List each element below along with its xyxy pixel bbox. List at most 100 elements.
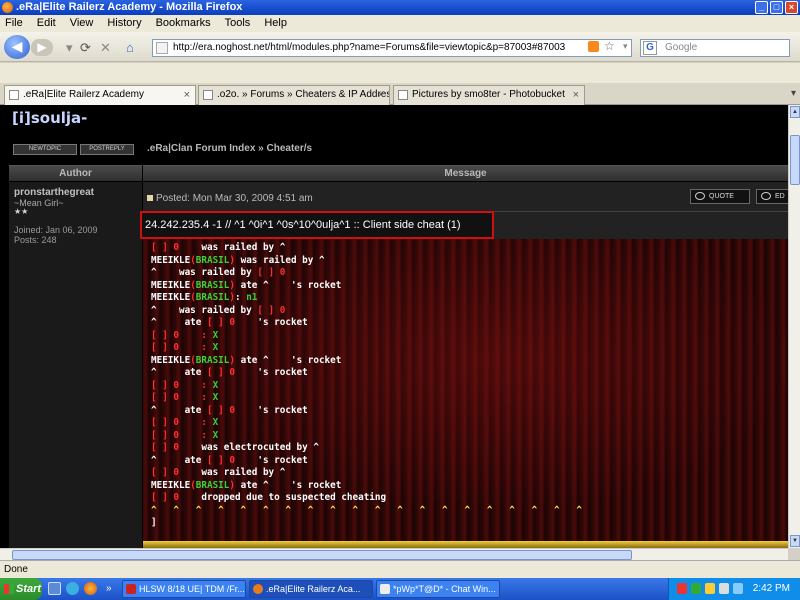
console-segment: ^ ate (151, 367, 207, 378)
console-segment: [ ] 0 (151, 442, 185, 453)
author-posts: Posts: 248 (14, 235, 57, 245)
navigation-toolbar: ◀ ▶ ▾ ⟳ ✕ ⌂ http://era.noghost.net/html/… (0, 32, 800, 62)
tab-photobucket[interactable]: Pictures by smo8ter - Photobucket × (393, 85, 585, 105)
console-segment: [ ] 0 : (151, 392, 213, 403)
tab-close-icon[interactable]: × (378, 86, 384, 104)
tab-o2o-forums[interactable]: .o2o. » Forums » Cheaters & IP Addres...… (198, 85, 390, 105)
internet-explorer-icon[interactable] (66, 582, 79, 595)
tab-list-icon[interactable]: ▾ (791, 88, 796, 99)
console-line: [ ] 0 : X (151, 430, 582, 443)
menu-edit[interactable]: Edit (37, 15, 56, 32)
tab-close-icon[interactable]: × (184, 86, 190, 104)
postreply-button[interactable]: POSTREPLY (80, 144, 134, 155)
author-rank-stars: ★★ (14, 207, 29, 216)
url-dropdown-icon[interactable]: ▾ (623, 41, 628, 52)
tab-close-icon[interactable]: × (573, 86, 579, 104)
firefox-quicklaunch-icon[interactable] (84, 582, 97, 595)
status-text: Done (4, 564, 28, 575)
console-segment: ^ was railed by (151, 267, 258, 278)
quote-button[interactable]: QUOTE (690, 189, 750, 204)
console-line: ^ was railed by [ ] 0 (151, 305, 582, 318)
minimize-icon[interactable]: _ (755, 1, 768, 14)
console-segment: ate ^ 's rocket (235, 479, 342, 491)
console-segment: [ ] 0 (206, 404, 235, 416)
console-line: MEEIKLE(BRASIL) ate ^ 's rocket (151, 280, 582, 293)
console-line: ^ ate [ ] 0 's rocket (151, 405, 582, 418)
console-segment: MEEIKLE (151, 479, 191, 491)
console-segment: [ ] 0 (206, 454, 235, 466)
console-segment: BRASIL (195, 479, 230, 491)
menu-tools[interactable]: Tools (225, 15, 251, 32)
tray-volume-icon[interactable] (719, 583, 729, 594)
taskbar-clock[interactable]: 2:42 PM (753, 578, 790, 600)
maximize-icon[interactable]: □ (770, 1, 783, 14)
console-segment: [ ] 0 : (151, 342, 213, 353)
tray-security-icon[interactable] (705, 583, 715, 594)
console-line: MEEIKLE(BRASIL): n1 (151, 292, 582, 305)
close-icon[interactable]: × (785, 1, 798, 14)
console-line: MEEIKLE(BRASIL) ate ^ 's rocket (151, 355, 582, 368)
tray-app-icon[interactable] (677, 583, 687, 594)
scroll-up-icon[interactable]: ▲ (790, 106, 800, 118)
console-line: [ ] 0 : X (151, 380, 582, 393)
console-line: [ ] 0 dropped due to suspected cheating (151, 492, 582, 505)
reload-icon[interactable]: ⟳ (80, 40, 91, 56)
console-line: ^ ^ ^ ^ ^ ^ ^ ^ ^ ^ ^ ^ ^ ^ ^ ^ ^ ^ ^ ^ (151, 505, 582, 518)
console-segment: was railed by ^ (235, 254, 325, 266)
author-name[interactable]: pronstarthegreat (14, 187, 94, 198)
console-segment: [ ] 0 : (151, 417, 213, 428)
breadcrumb[interactable]: .eRa|Clan Forum Index » Cheater/s (147, 143, 312, 154)
author-joined: Joined: Jan 06, 2009 (14, 225, 98, 235)
menu-file[interactable]: File (5, 15, 23, 32)
menu-history[interactable]: History (107, 15, 141, 32)
taskbar-item-hlsw[interactable]: HLSW 8/18 UE| TDM /Fr... (122, 580, 246, 598)
tray-network-icon[interactable] (691, 583, 701, 594)
console-segment: BRASIL (195, 292, 230, 303)
quote-bubble-icon (695, 192, 705, 200)
history-dropdown-icon[interactable]: ▾ (66, 40, 73, 56)
newtopic-button[interactable]: NEWTOPIC (13, 144, 77, 155)
menu-bookmarks[interactable]: Bookmarks (156, 15, 211, 32)
show-desktop-icon[interactable] (48, 582, 61, 595)
edit-button[interactable]: ED (756, 189, 788, 204)
menu-view[interactable]: View (70, 15, 94, 32)
bookmark-star-icon[interactable]: ☆ (604, 39, 615, 53)
scroll-down-icon[interactable]: ▼ (790, 535, 800, 547)
console-log: [ ] 0 was railed by ^ MEEIKLE(BRASIL) was… (151, 242, 582, 530)
search-input[interactable]: G Google (640, 39, 790, 57)
firefox-task-icon (253, 584, 263, 594)
tab-era-academy[interactable]: .eRa|Elite Railerz Academy × (4, 85, 196, 105)
console-line: ] (151, 517, 582, 530)
console-segment: ^ ate (151, 454, 207, 466)
vertical-scrollbar[interactable]: ▲ ▼ (788, 105, 800, 548)
console-segment: X (212, 429, 219, 441)
horizontal-scrollbar[interactable] (0, 548, 788, 560)
menu-help[interactable]: Help (264, 15, 287, 32)
window-controls: _ □ × (755, 1, 798, 14)
page-content: [i]soulja- NEWTOPIC POSTREPLY .eRa|Clan … (0, 105, 788, 548)
chat-window-icon (380, 584, 390, 594)
home-icon[interactable]: ⌂ (126, 40, 134, 55)
stop-icon[interactable]: ✕ (100, 40, 111, 56)
start-button[interactable]: Start (0, 578, 42, 600)
back-button[interactable]: ◀ (4, 35, 30, 59)
console-segment: BRASIL (195, 254, 230, 266)
taskbar-item-chat[interactable]: *pWp*T@D* - Chat Win... (376, 580, 500, 598)
forward-button[interactable]: ▶ (31, 39, 53, 56)
url-field[interactable]: http://era.noghost.net/html/modules.php?… (152, 39, 632, 57)
vertical-scroll-thumb[interactable] (790, 135, 800, 185)
console-line: [ ] 0 was railed by ^ (151, 467, 582, 480)
taskbar-item-firefox[interactable]: .eRa|Elite Railerz Aca... (249, 580, 373, 598)
console-segment: [ ] 0 : (151, 379, 213, 391)
game-console-screenshot: [ ] 0 was railed by ^ MEEIKLE(BRASIL) was… (143, 239, 788, 541)
google-search-icon[interactable]: G (643, 41, 657, 55)
quicklaunch-more-icon[interactable]: » (106, 582, 119, 595)
edit-pencil-icon (761, 192, 771, 200)
horizontal-scroll-thumb[interactable] (12, 550, 632, 560)
console-segment: X (212, 379, 219, 391)
window-title: .eRa|Elite Railerz Academy - Mozilla Fir… (16, 1, 243, 13)
rss-feed-icon[interactable] (588, 41, 599, 52)
quote-label: QUOTE (709, 193, 734, 200)
tray-messenger-icon[interactable] (733, 583, 743, 594)
console-segment: was electrocuted by ^ (184, 442, 319, 453)
